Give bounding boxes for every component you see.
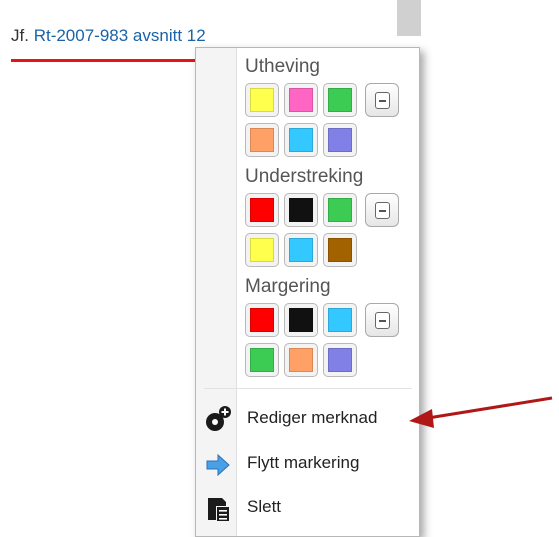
annotation-arrow bbox=[409, 396, 553, 428]
